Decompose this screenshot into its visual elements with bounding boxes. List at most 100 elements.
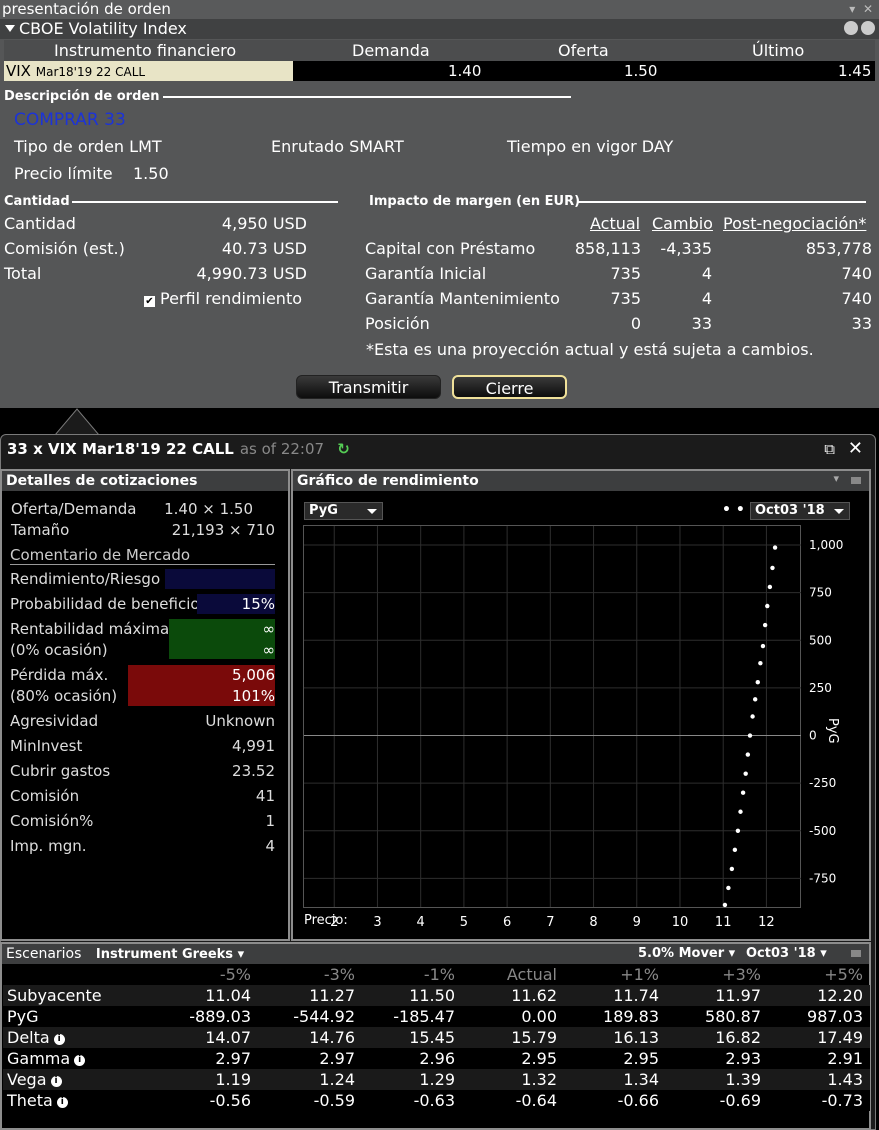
scenario-row: PyG -889.03 -544.92 -185.47 0.00 189.83 580.87…: [3, 1006, 870, 1027]
scenario-cell: 11.97: [715, 986, 761, 1005]
scenario-cell: 11.50: [409, 986, 455, 1005]
scenario-date-label: Oct03 '18: [746, 946, 816, 961]
scenario-cell: -0.64: [515, 1091, 557, 1110]
pnl-point: [735, 828, 741, 833]
scenario-cell: 1.29: [419, 1070, 455, 1089]
scenario-cell: 1.34: [623, 1070, 659, 1089]
scenario-cell: 2.95: [521, 1049, 557, 1068]
scenario-cell: -0.73: [821, 1091, 863, 1110]
scenario-cell: 1.32: [521, 1070, 557, 1089]
info-icon[interactable]: i: [53, 1034, 65, 1045]
scenario-col: -1%: [423, 965, 455, 984]
scenario-cell: 11.04: [205, 986, 251, 1005]
pnl-point: [765, 603, 770, 609]
scenario-cell: 0.00: [521, 1007, 557, 1026]
scenario-cell: 987.03: [807, 1007, 863, 1026]
y-tick-label: -500: [809, 824, 836, 838]
scenario-cell: 11.27: [309, 986, 355, 1005]
pnl-point: [747, 733, 753, 738]
x-tick-label: 3: [373, 915, 381, 930]
scenario-cell: 1.43: [827, 1070, 863, 1089]
scenario-cell: 1.19: [215, 1070, 251, 1089]
x-tick-label: 4: [417, 915, 425, 930]
scenario-row: Theta i -0.56 -0.59 -0.63 -0.64 -0.66 -0.69 -0.7…: [3, 1090, 870, 1111]
scenario-cell: 189.83: [603, 1007, 659, 1026]
scenario-cell: -889.03: [189, 1007, 251, 1026]
x-tick-label: 6: [503, 915, 511, 930]
x-tick-label: 10: [672, 915, 689, 930]
y-tick-label: 750: [809, 586, 832, 600]
x-tick-label: 12: [758, 915, 775, 930]
scenario-cell: 17.49: [817, 1028, 863, 1047]
scenario-row-label: PyG: [7, 1007, 39, 1026]
scenario-row-label: Vega i: [7, 1069, 62, 1090]
mover-dropdown[interactable]: 5.0% Mover ▾: [638, 944, 735, 964]
y-tick-label: -250: [809, 776, 836, 790]
pnl-point: [722, 902, 728, 908]
mover-dropdown-label: 5.0% Mover: [638, 946, 725, 961]
scenario-row-label: Theta i: [7, 1090, 68, 1111]
pnl-point: [745, 752, 751, 757]
pnl-point: [760, 643, 766, 649]
y-tick-label: 500: [809, 633, 832, 647]
scenario-cell: 1.24: [319, 1070, 355, 1089]
scenario-cell: 16.13: [613, 1028, 659, 1047]
scenarios-header: Escenarios Instrument Greeks ▾ 5.0% Move…: [2, 944, 869, 964]
x-tick-label: 8: [589, 915, 597, 930]
scenario-cell: 15.79: [511, 1028, 557, 1047]
scenario-col: -5%: [219, 965, 251, 984]
scenario-cell: -0.56: [209, 1091, 251, 1110]
scenario-row: Subyacente 11.04 11.27 11.50 11.62 11.74 11.97…: [3, 985, 870, 1006]
info-icon[interactable]: i: [50, 1076, 62, 1087]
info-icon[interactable]: i: [74, 1055, 86, 1066]
scenario-cell: 2.91: [827, 1049, 863, 1068]
pnl-point: [740, 790, 746, 795]
pnl-point: [732, 847, 738, 853]
pnl-point: [770, 565, 775, 571]
pnl-point: [762, 622, 768, 628]
scenario-cell: 2.97: [215, 1049, 251, 1068]
pnl-point: [743, 771, 748, 776]
pnl-point: [750, 714, 755, 719]
pnl-point: [738, 809, 743, 814]
scenario-col: Actual: [506, 965, 557, 984]
scenario-cell: 11.74: [613, 986, 659, 1005]
scenario-row-label: Gamma i: [7, 1048, 86, 1069]
scenario-row-label: Subyacente: [7, 986, 102, 1005]
scenario-columns: -5% -3% -1% Actual +1% +3% +5%: [3, 964, 870, 985]
scenario-row: Vega i 1.19 1.24 1.29 1.32 1.34 1.39 1.43: [3, 1069, 870, 1090]
scenario-cell: -0.69: [719, 1091, 761, 1110]
scenario-cell: 16.82: [715, 1028, 761, 1047]
minimize-icon[interactable]: [851, 950, 861, 957]
y-tick-label: 250: [809, 681, 832, 695]
scenario-cell: 580.87: [705, 1007, 761, 1026]
scenario-cell: 14.76: [309, 1028, 355, 1047]
pnl-point: [758, 660, 763, 666]
info-icon[interactable]: i: [56, 1097, 68, 1108]
pnl-point: [752, 697, 758, 702]
scenario-cell: 2.97: [319, 1049, 355, 1068]
scenario-cell: -185.47: [393, 1007, 455, 1026]
scenarios-title: Escenarios: [6, 946, 82, 962]
scenario-cell: 12.20: [817, 986, 863, 1005]
pnl-point: [755, 680, 760, 685]
scenario-cell: 15.45: [409, 1028, 455, 1047]
greeks-dropdown[interactable]: Instrument Greeks ▾: [96, 947, 244, 962]
greeks-dropdown-label: Instrument Greeks: [95, 947, 234, 962]
scenario-date-dropdown[interactable]: Oct03 '18 ▾: [746, 944, 827, 964]
scenario-col: +1%: [620, 965, 659, 984]
x-tick-label: 11: [715, 915, 732, 930]
scenario-row: Gamma i 2.97 2.97 2.96 2.95 2.95 2.93 2.91: [3, 1048, 870, 1069]
pnl-point: [729, 866, 735, 872]
pnl-point: [772, 545, 778, 550]
scenario-col: +5%: [824, 965, 863, 984]
scenario-row: Delta i 14.07 14.76 15.45 15.79 16.13 16.82 17.4…: [3, 1027, 870, 1048]
scenario-col: -3%: [323, 965, 355, 984]
scenario-cell: 14.07: [205, 1028, 251, 1047]
x-tick-label: 9: [633, 915, 641, 930]
scenario-cell: -0.59: [313, 1091, 355, 1110]
scenario-cell: 11.62: [511, 986, 557, 1005]
scenario-cell: -0.66: [617, 1091, 659, 1110]
scenario-cell: 1.39: [725, 1070, 761, 1089]
y-tick-label: 1,000: [809, 538, 843, 552]
